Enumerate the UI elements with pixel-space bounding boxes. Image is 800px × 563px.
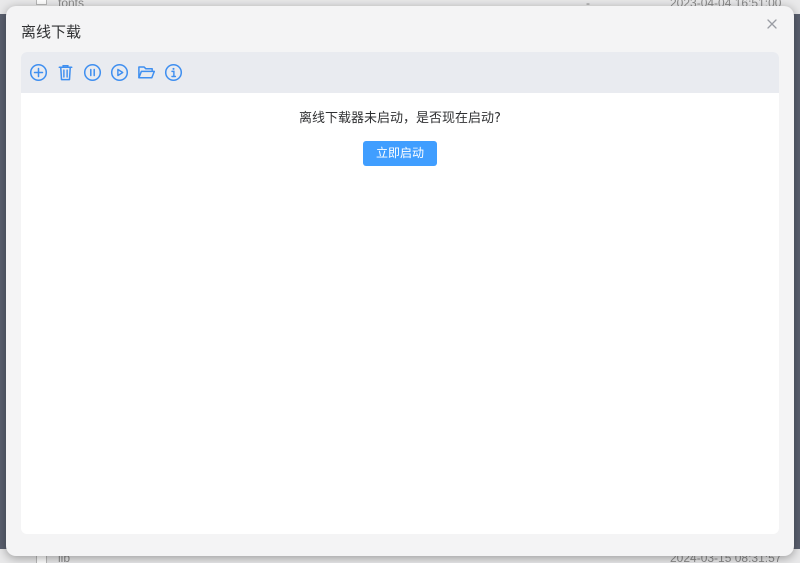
download-panel: 离线下载器未启动，是否现在启动? 立即启动	[21, 52, 779, 534]
offline-download-dialog: 离线下载 离线下载器未启动，是否现在启动? 立即启动	[6, 6, 794, 556]
folder-open-icon[interactable]	[137, 63, 156, 82]
row-checkbox	[36, 0, 47, 5]
close-icon[interactable]	[764, 16, 780, 32]
info-circle-icon[interactable]	[164, 63, 183, 82]
downloader-not-started-message: 离线下载器未启动，是否现在启动?	[299, 111, 501, 126]
trash-icon[interactable]	[56, 63, 75, 82]
play-circle-icon[interactable]	[110, 63, 129, 82]
download-toolbar	[21, 52, 779, 93]
downloader-status-area: 离线下载器未启动，是否现在启动? 立即启动	[21, 110, 779, 166]
pause-circle-icon[interactable]	[83, 63, 102, 82]
dialog-title: 离线下载	[21, 23, 82, 41]
background-scrollbar-edge	[794, 0, 800, 563]
start-now-button[interactable]: 立即启动	[362, 141, 437, 166]
plus-circle-icon[interactable]	[29, 63, 48, 82]
